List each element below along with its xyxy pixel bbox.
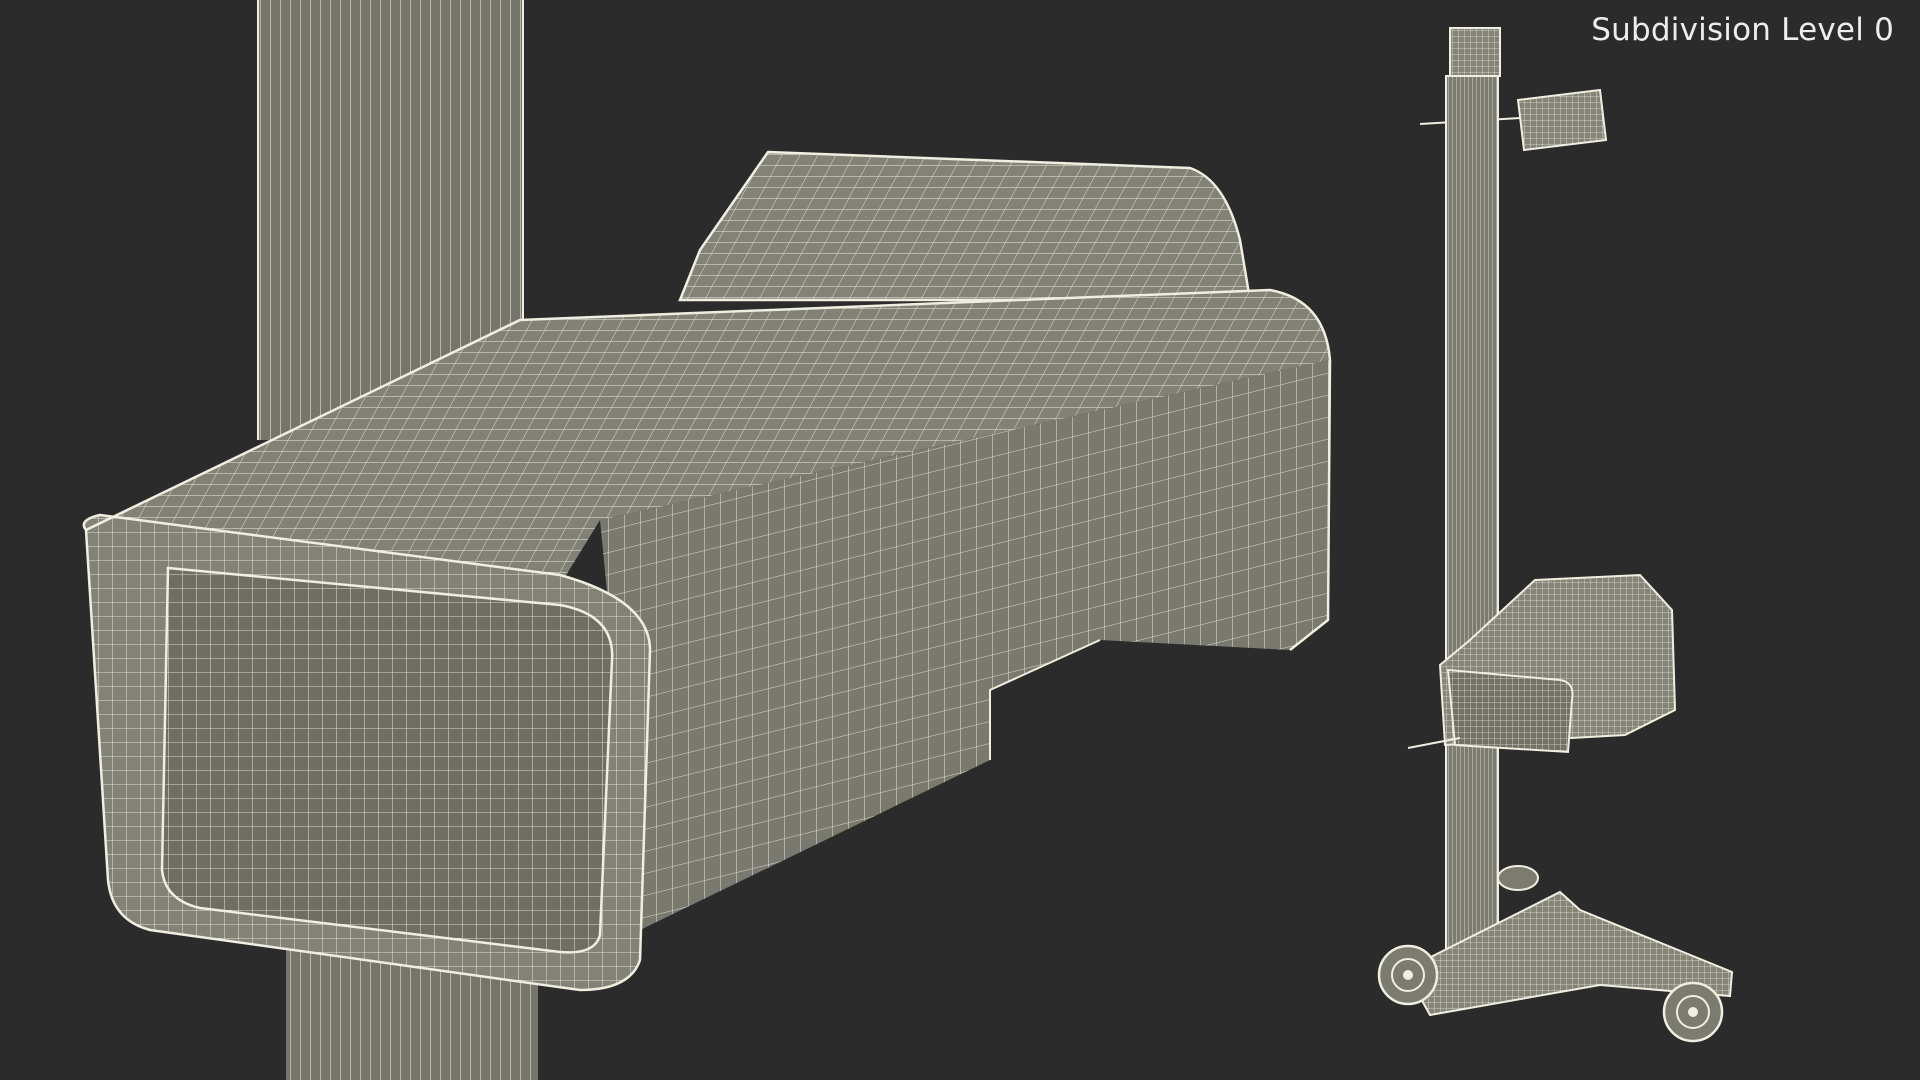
tester-full-unit	[1377, 27, 1734, 1043]
wheel-icon	[1662, 981, 1724, 1043]
render-viewport: Subdivision Level 0	[0, 0, 1920, 1080]
wheel-icon	[1377, 944, 1439, 1006]
wheel-icon	[1497, 865, 1539, 891]
subdivision-level-label: Subdivision Level 0	[1591, 12, 1894, 48]
wireframe-scene	[82, 0, 1734, 1080]
